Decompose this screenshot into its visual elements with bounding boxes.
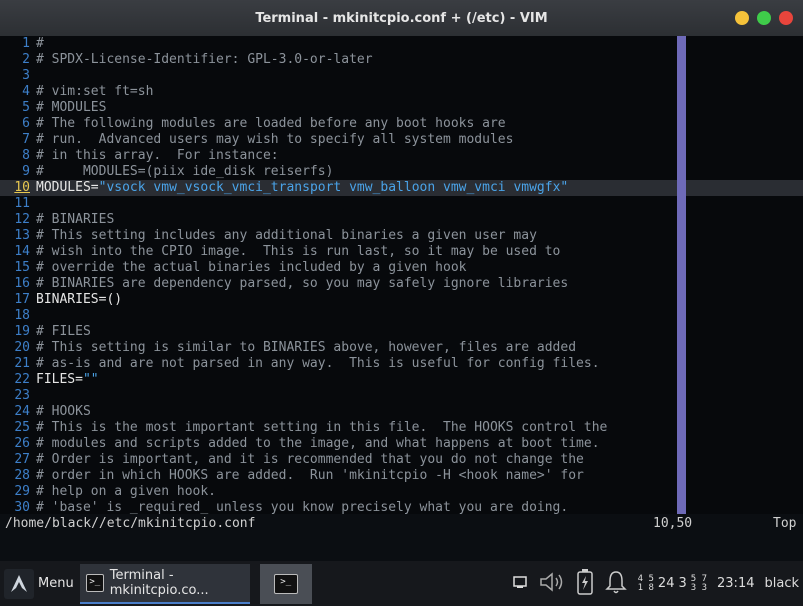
battery-icon[interactable] [576, 568, 594, 600]
line-number: 15 [14, 260, 30, 275]
terminal-icon: >_ [273, 573, 298, 594]
line-number: 1 [22, 36, 30, 51]
line-text: # BINARIES [36, 212, 115, 227]
workspace-grid-icon: 4 51 8 [637, 573, 654, 593]
window-icon[interactable] [512, 575, 528, 593]
cpu-graph-icon: 5 73 3 [690, 573, 708, 593]
clock[interactable]: 23:14 [717, 576, 754, 591]
vim-statusline: /home/black//etc/mkinitcpio.conf 10,50 T… [0, 514, 803, 534]
color-column [677, 36, 686, 514]
taskbar: Menu >_ Terminal - mkinitcpio.co... >_ 4… [0, 561, 803, 606]
line-text: # This is the most important setting in … [36, 420, 608, 435]
line-number: 12 [14, 212, 30, 227]
terminal-launcher-button[interactable]: >_ [259, 563, 312, 604]
line-number: 21 [14, 356, 30, 371]
line-number: 27 [14, 452, 30, 467]
minimize-button[interactable] [735, 11, 749, 25]
window-titlebar[interactable]: Terminal - mkinitcpio.conf + (/etc) - VI… [0, 0, 803, 36]
line-string: "vsock vmw_vsock_vmci_transport vmw_ball… [98, 180, 569, 195]
workspace-top-label: 24 [657, 576, 675, 591]
menu-button[interactable]: Menu [4, 564, 78, 604]
line-number: 3 [22, 68, 30, 83]
line-number: 23 [14, 388, 30, 403]
line-text: # MODULES [36, 100, 107, 115]
status-cursor-position: 10,50 [653, 516, 693, 531]
workspace-mid-label: 3 [678, 576, 687, 591]
line-text: # 'base' is _required_ unless you know p… [36, 500, 569, 515]
taskbar-item-label: Terminal - mkinitcpio.co... [109, 567, 209, 598]
status-file-path: /home/black//etc/mkinitcpio.conf [5, 516, 256, 531]
window-title: Terminal - mkinitcpio.conf + (/etc) - VI… [255, 10, 548, 26]
taskbar-item-terminal[interactable]: >_ Terminal - mkinitcpio.co... [79, 563, 250, 604]
line-number: 6 [22, 116, 30, 131]
status-scroll-position: Top [773, 516, 797, 531]
line-number: 5 [22, 100, 30, 115]
line-text: # in this array. For instance: [36, 148, 279, 163]
line-text: # FILES [36, 324, 91, 339]
workspace-indicator[interactable]: 4 51 8 24 3 5 73 3 [637, 573, 708, 593]
line-number: 28 [14, 468, 30, 483]
line-number: 7 [22, 132, 30, 147]
terminal-icon: >_ [85, 573, 104, 592]
line-code: FILES= [36, 372, 83, 387]
line-number: 10 [14, 180, 30, 195]
line-number: 26 [14, 436, 30, 451]
close-button[interactable] [779, 11, 793, 25]
line-number: 25 [14, 420, 30, 435]
line-number: 8 [22, 148, 30, 163]
line-text: # This setting is similar to BINARIES ab… [36, 340, 577, 355]
notification-bell-icon[interactable] [604, 569, 628, 599]
line-number: 14 [14, 244, 30, 259]
line-number: 13 [14, 228, 30, 243]
line-text: # HOOKS [36, 404, 91, 419]
line-text: # [36, 36, 44, 51]
line-text: # order in which HOOKS are added. Run 'm… [36, 468, 584, 483]
line-number: 4 [22, 84, 30, 99]
line-text: # SPDX-License-Identifier: GPL-3.0-or-la… [36, 52, 373, 67]
maximize-button[interactable] [757, 11, 771, 25]
line-text: # Order is important, and it is recommen… [36, 452, 584, 467]
line-text: # as-is and are not parsed in any way. T… [36, 356, 600, 371]
line-text: # vim:set ft=sh [36, 84, 154, 99]
line-number: 22 [14, 372, 30, 387]
line-number: 9 [22, 164, 30, 179]
line-number: 18 [14, 308, 30, 323]
line-text: # modules and scripts added to the image… [36, 436, 600, 451]
line-number: 24 [14, 404, 30, 419]
line-text: # wish into the CPIO image. This is run … [36, 244, 561, 259]
line-text: # The following modules are loaded befor… [36, 116, 506, 131]
line-text: BINARIES=() [36, 292, 123, 307]
line-code: MODULES= [36, 180, 99, 195]
line-number: 29 [14, 484, 30, 499]
line-text: # override the actual binaries included … [36, 260, 467, 275]
volume-icon[interactable] [538, 570, 566, 598]
line-number: 19 [14, 324, 30, 339]
line-text: # MODULES=(piix ide_disk reiserfs) [36, 164, 334, 179]
line-string: "" [82, 372, 99, 387]
line-text: # run. Advanced users may wish to specif… [36, 132, 514, 147]
line-number: 16 [14, 276, 30, 291]
user-name[interactable]: black [764, 576, 799, 591]
line-text: # This setting includes any additional b… [36, 228, 537, 243]
line-number: 20 [14, 340, 30, 355]
line-text: # help on a given hook. [36, 484, 217, 499]
line-number: 2 [22, 52, 30, 67]
line-number: 11 [14, 196, 30, 211]
system-tray: 4 51 8 24 3 5 73 3 23:14 black [512, 568, 803, 600]
line-number: 17 [14, 292, 30, 307]
line-text: # BINARIES are dependency parsed, so you… [36, 276, 569, 291]
arch-logo-icon [4, 568, 34, 599]
menu-label: Menu [38, 576, 74, 591]
